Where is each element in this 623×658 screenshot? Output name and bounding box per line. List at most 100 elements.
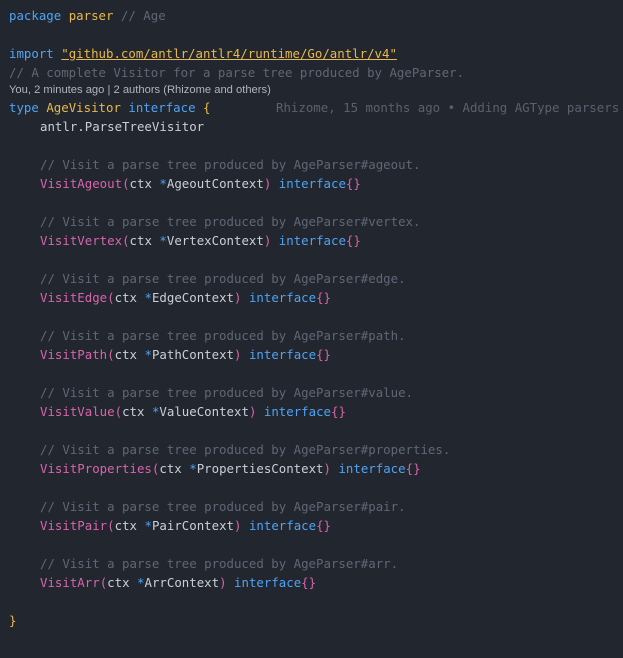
- method-comment: // Visit a parse tree produced by AgePar…: [40, 556, 399, 571]
- method-comment-line[interactable]: // Visit a parse tree produced by AgePar…: [9, 326, 406, 345]
- code-line-import[interactable]: import "github.com/antlr/antlr4/runtime/…: [9, 44, 397, 63]
- open-paren: (: [107, 518, 115, 533]
- open-paren: (: [122, 233, 130, 248]
- keyword-interface: interface: [128, 100, 196, 115]
- embedded-interface: antlr.ParseTreeVisitor: [40, 119, 205, 134]
- param-name: ctx: [129, 176, 152, 191]
- pointer-operator: *: [189, 461, 197, 476]
- method-comment: // Visit a parse tree produced by AgePar…: [40, 214, 421, 229]
- code-editor[interactable]: package parser // Age import "github.com…: [0, 0, 623, 658]
- method-comment: // Visit a parse tree produced by AgePar…: [40, 328, 406, 343]
- close-paren: ): [263, 233, 272, 248]
- method-comment-line[interactable]: // Visit a parse tree produced by AgePar…: [9, 155, 420, 174]
- param-name: ctx: [114, 518, 137, 533]
- close-brace: }: [9, 613, 17, 628]
- method-name: VisitAgeout: [40, 176, 123, 191]
- close-paren: ): [248, 404, 257, 419]
- method-signature-line[interactable]: VisitValue(ctx *ValueContext) interface{…: [9, 402, 346, 421]
- return-braces: {}: [316, 518, 331, 533]
- return-interface-keyword: interface: [248, 518, 317, 533]
- return-braces: {}: [301, 575, 317, 590]
- return-interface-keyword: interface: [248, 290, 317, 305]
- param-type: AgeoutContext: [166, 176, 264, 191]
- param-type: EdgeContext: [151, 290, 234, 305]
- param-name: ctx: [114, 347, 137, 362]
- pointer-operator: *: [144, 347, 152, 362]
- codelens-authors[interactable]: You, 2 minutes ago | 2 authors (Rhizome …: [9, 82, 271, 98]
- code-line-embedded[interactable]: antlr.ParseTreeVisitor: [9, 117, 204, 136]
- method-comment-line[interactable]: // Visit a parse tree produced by AgePar…: [9, 554, 398, 573]
- method-comment: // Visit a parse tree produced by AgePar…: [40, 271, 406, 286]
- return-interface-keyword: interface: [248, 347, 317, 362]
- param-type: ValueContext: [159, 404, 249, 419]
- return-interface-keyword: interface: [338, 461, 406, 476]
- param-type: PathContext: [151, 347, 234, 362]
- method-comment-line[interactable]: // Visit a parse tree produced by AgePar…: [9, 383, 413, 402]
- pointer-operator: *: [159, 233, 167, 248]
- close-paren: ): [323, 461, 331, 476]
- import-path-link[interactable]: "github.com/antlr/antlr4/runtime/Go/antl…: [61, 46, 397, 61]
- param-type: PairContext: [151, 518, 234, 533]
- code-line-package[interactable]: package parser // Age: [9, 6, 166, 25]
- return-braces: {}: [345, 233, 361, 248]
- close-paren: ): [263, 176, 272, 191]
- method-comment: // Visit a parse tree produced by AgePar…: [40, 499, 406, 514]
- code-line-doc-comment[interactable]: // A complete Visitor for a parse tree p…: [9, 63, 464, 82]
- keyword-type: type: [9, 100, 39, 115]
- method-name: VisitEdge: [40, 290, 108, 305]
- package-name: parser: [68, 8, 114, 23]
- method-name: VisitProperties: [40, 461, 152, 476]
- code-line-type-decl[interactable]: type AgeVisitor interface { Rhizome, 15 m…: [9, 98, 619, 117]
- return-braces: {}: [345, 176, 361, 191]
- method-name: VisitVertex: [40, 233, 123, 248]
- method-name: VisitPair: [40, 518, 108, 533]
- return-braces: {}: [331, 404, 346, 419]
- method-comment-line[interactable]: // Visit a parse tree produced by AgePar…: [9, 440, 450, 459]
- close-paren: ): [234, 518, 242, 533]
- method-signature-line[interactable]: VisitAgeout(ctx *AgeoutContext) interfac…: [9, 174, 361, 193]
- method-comment-line[interactable]: // Visit a parse tree produced by AgePar…: [9, 497, 406, 516]
- param-name: ctx: [159, 461, 182, 476]
- method-signature-line[interactable]: VisitEdge(ctx *EdgeContext) interface{}: [9, 288, 331, 307]
- keyword-import: import: [9, 46, 54, 61]
- method-signature-line[interactable]: VisitVertex(ctx *VertexContext) interfac…: [9, 231, 361, 250]
- open-paren: (: [114, 404, 123, 419]
- keyword-package: package: [9, 8, 62, 23]
- method-name: VisitPath: [40, 347, 108, 362]
- type-name: AgeVisitor: [46, 100, 121, 115]
- return-braces: {}: [316, 347, 331, 362]
- method-signature-line[interactable]: VisitArr(ctx *ArrContext) interface{}: [9, 573, 316, 592]
- close-paren: ): [234, 347, 242, 362]
- param-type: PropertiesContext: [196, 461, 324, 476]
- return-interface-keyword: interface: [278, 233, 346, 248]
- code-line-close[interactable]: }: [9, 611, 16, 630]
- return-interface-keyword: interface: [278, 176, 346, 191]
- method-signature-line[interactable]: VisitPath(ctx *PathContext) interface{}: [9, 345, 331, 364]
- return-interface-keyword: interface: [234, 575, 302, 590]
- method-comment-line[interactable]: // Visit a parse tree produced by AgePar…: [9, 212, 420, 231]
- method-comment-line[interactable]: // Visit a parse tree produced by AgePar…: [9, 269, 406, 288]
- close-paren: ): [219, 575, 227, 590]
- pointer-operator: *: [144, 290, 152, 305]
- param-name: ctx: [122, 404, 145, 419]
- open-paren: (: [107, 347, 115, 362]
- pointer-operator: *: [159, 176, 167, 191]
- method-comment: // Visit a parse tree produced by AgePar…: [40, 385, 413, 400]
- open-brace: {: [203, 100, 211, 115]
- inline-blame: Rhizome, 15 months ago • Adding AGType p…: [276, 100, 620, 115]
- param-type: VertexContext: [166, 233, 264, 248]
- close-paren: ): [234, 290, 242, 305]
- open-paren: (: [107, 290, 115, 305]
- package-comment: // Age: [120, 8, 166, 23]
- param-type: ArrContext: [144, 575, 220, 590]
- doc-comment: // A complete Visitor for a parse tree p…: [9, 65, 465, 80]
- pointer-operator: *: [144, 518, 152, 533]
- open-paren: (: [122, 176, 130, 191]
- param-name: ctx: [129, 233, 152, 248]
- return-interface-keyword: interface: [263, 404, 332, 419]
- method-signature-line[interactable]: VisitProperties(ctx *PropertiesContext) …: [9, 459, 421, 478]
- method-name: VisitArr: [40, 575, 100, 590]
- method-name: VisitValue: [40, 404, 115, 419]
- method-signature-line[interactable]: VisitPair(ctx *PairContext) interface{}: [9, 516, 331, 535]
- return-braces: {}: [405, 461, 421, 476]
